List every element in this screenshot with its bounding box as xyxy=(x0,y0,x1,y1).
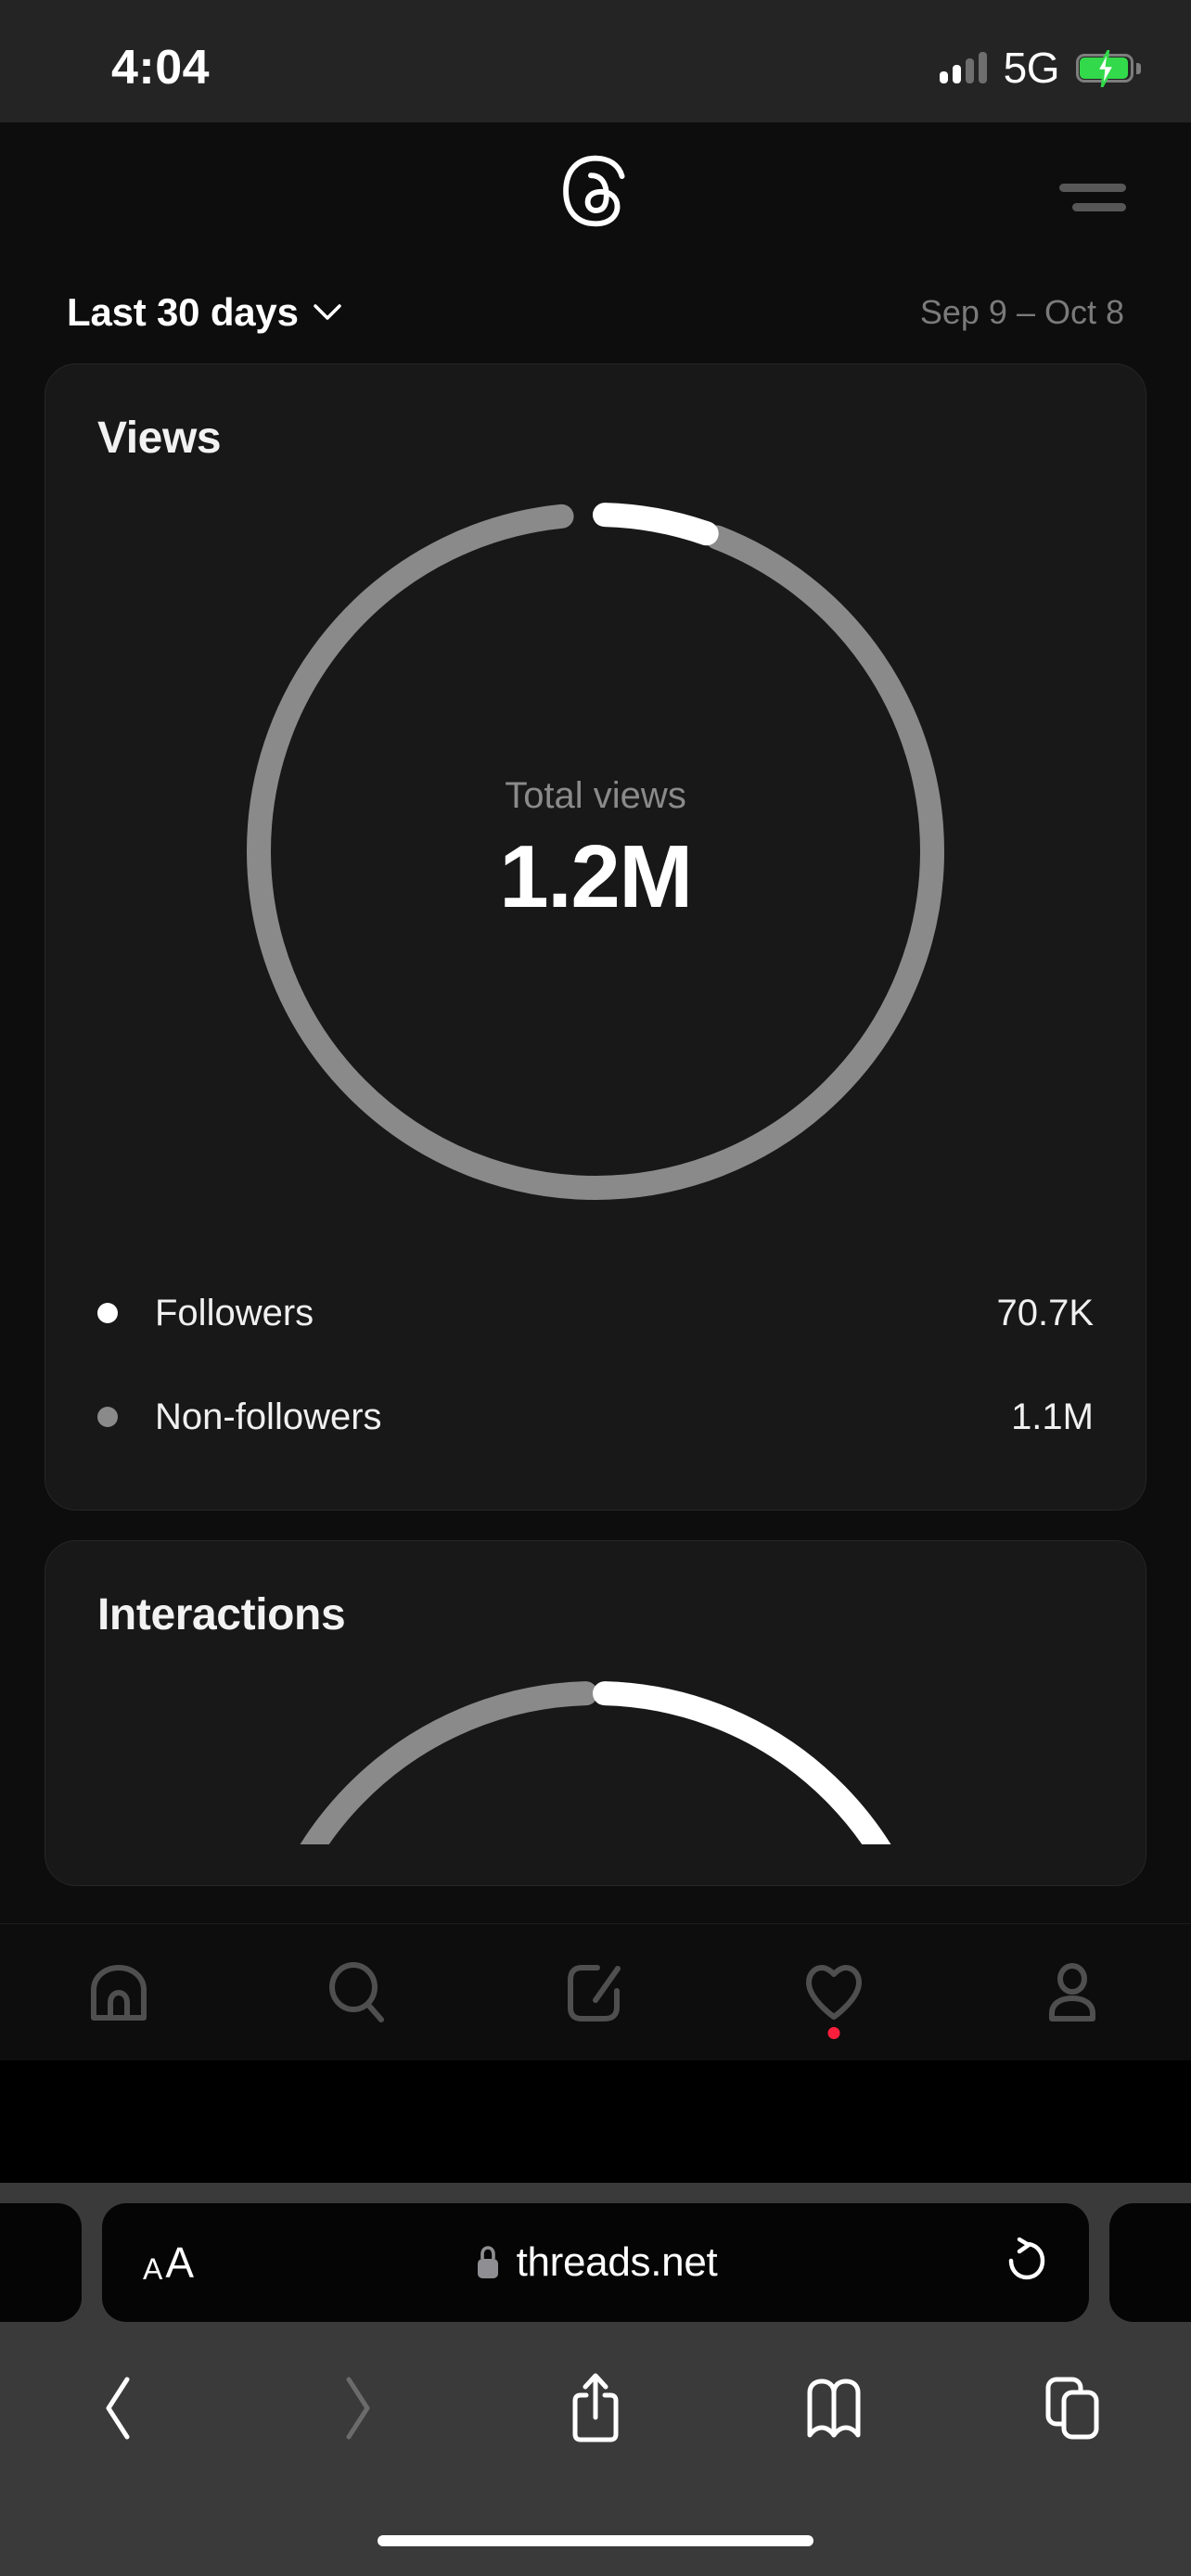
safari-chrome: A A threads.net xyxy=(0,2183,1191,2576)
status-indicators: 5G xyxy=(939,43,1141,93)
home-icon xyxy=(91,1964,147,2021)
interactions-card-title: Interactions xyxy=(97,1590,346,1639)
views-card-title: Views xyxy=(97,414,222,463)
date-range-row: Last 30 days Sep 9 – Oct 8 xyxy=(0,261,1191,363)
back-icon xyxy=(106,2377,130,2440)
chevron-down-icon xyxy=(314,304,341,320)
safari-url-row: A A threads.net xyxy=(0,2203,1191,2322)
url-text: threads.net xyxy=(516,2239,718,2285)
tab-compose[interactable] xyxy=(477,1924,715,2061)
reload-icon xyxy=(1008,2237,1045,2279)
compose-icon xyxy=(567,1964,621,2021)
home-indicator xyxy=(378,2535,813,2546)
tab-profile[interactable] xyxy=(953,1924,1191,2061)
search-icon xyxy=(329,1961,385,2022)
date-range-value: Sep 9 – Oct 8 xyxy=(919,293,1124,331)
date-range-selector[interactable]: Last 30 days xyxy=(67,290,341,335)
views-card: Views Total views 1.2M Followers 70.7K N xyxy=(45,363,1146,1511)
status-bar: 4:04 5G xyxy=(0,0,1191,122)
app-header xyxy=(0,122,1191,261)
threads-logo-icon[interactable] xyxy=(557,152,634,230)
network-type-label: 5G xyxy=(1003,44,1060,92)
back-button[interactable] xyxy=(0,2374,238,2442)
tab-activity[interactable] xyxy=(714,1924,953,2061)
date-range-label: Last 30 days xyxy=(67,290,299,334)
legend-label-non-followers: Non-followers xyxy=(155,1396,382,1437)
app-tabbar xyxy=(0,1923,1191,2060)
adjacent-tab-right[interactable] xyxy=(1109,2203,1191,2322)
activity-badge-dot xyxy=(827,2026,840,2039)
interactions-donut-chart xyxy=(234,1668,957,1844)
adjacent-tab-left[interactable] xyxy=(0,2203,82,2322)
views-donut-chart: Total views 1.2M xyxy=(234,490,957,1213)
bookmarks-icon xyxy=(807,2378,861,2438)
heart-icon xyxy=(805,1964,862,2020)
legend-value-non-followers: 1.1M xyxy=(1011,1396,1094,1437)
tabs-icon xyxy=(1045,2377,1099,2440)
lock-icon xyxy=(477,2246,498,2278)
battery-charging-icon xyxy=(1076,49,1141,87)
threads-webview: Last 30 days Sep 9 – Oct 8 Views Total v… xyxy=(0,122,1191,2060)
share-button[interactable] xyxy=(477,2371,715,2445)
interactions-card: Interactions xyxy=(45,1540,1146,1886)
legend-row: Non-followers 1.1M xyxy=(97,1365,1094,1469)
text-size-button[interactable]: A A xyxy=(143,2241,194,2284)
bookmarks-button[interactable] xyxy=(714,2378,953,2439)
tab-search[interactable] xyxy=(238,1924,477,2061)
legend-label-followers: Followers xyxy=(155,1292,314,1333)
status-time: 4:04 xyxy=(111,41,211,95)
legend-dot-non-followers xyxy=(97,1407,118,1427)
tabs-button[interactable] xyxy=(953,2375,1191,2442)
share-icon xyxy=(572,2373,619,2442)
safari-toolbar xyxy=(0,2339,1191,2478)
forward-button[interactable] xyxy=(238,2374,477,2442)
tab-home[interactable] xyxy=(0,1924,238,2061)
legend-dot-followers xyxy=(97,1303,118,1323)
hamburger-menu-icon[interactable] xyxy=(1059,184,1126,211)
legend-value-followers: 70.7K xyxy=(996,1292,1094,1333)
signal-bars-icon xyxy=(939,52,987,83)
legend-row: Followers 70.7K xyxy=(97,1261,1094,1365)
url-display: threads.net xyxy=(102,2239,1089,2286)
views-legend: Followers 70.7K Non-followers 1.1M xyxy=(97,1261,1094,1469)
safari-address-bar[interactable]: A A threads.net xyxy=(102,2203,1089,2322)
profile-icon xyxy=(1048,1962,1095,2021)
forward-icon xyxy=(346,2377,370,2440)
reload-button[interactable] xyxy=(1005,2237,1048,2289)
